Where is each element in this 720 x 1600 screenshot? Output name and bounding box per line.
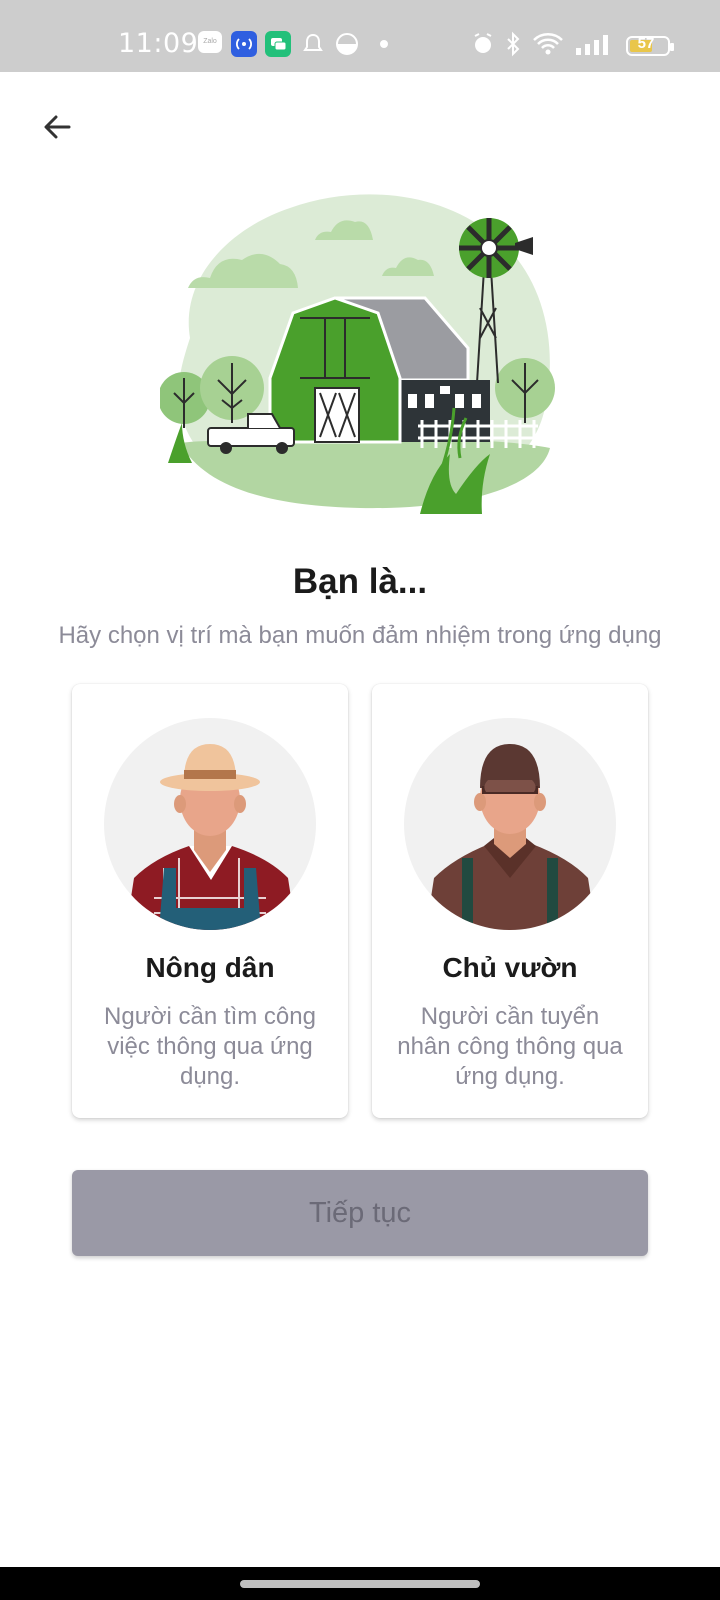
continue-button[interactable]: Tiếp tục bbox=[72, 1170, 648, 1256]
page-subtitle: Hãy chọn vị trí mà bạn muốn đảm nhiệm tr… bbox=[58, 622, 662, 649]
arrow-left-icon bbox=[44, 115, 71, 139]
status-time: 11:09 bbox=[118, 28, 199, 59]
battery-level: 57 bbox=[637, 35, 655, 52]
dot-icon bbox=[380, 40, 388, 48]
alarm-icon bbox=[470, 31, 496, 57]
wifi-icon bbox=[532, 31, 564, 57]
system-nav-bar bbox=[0, 1567, 720, 1600]
bell-icon bbox=[300, 31, 326, 57]
back-button[interactable] bbox=[38, 108, 76, 146]
role-card-farmer[interactable]: Nông dân Người cần tìm công việc thông q… bbox=[72, 684, 348, 1118]
zalo-icon: Zalo bbox=[198, 31, 222, 53]
farmer-avatar bbox=[104, 718, 316, 930]
garden-owner-avatar bbox=[404, 718, 616, 930]
round-icon bbox=[334, 31, 360, 57]
role-desc-farmer: Người cần tìm công việc thông qua ứng dụ… bbox=[104, 1003, 316, 1090]
signal-icon bbox=[574, 31, 614, 57]
farm-barn-windmill-illustration bbox=[158, 188, 580, 533]
battery-icon: 57 bbox=[626, 35, 674, 56]
continue-button-label: Tiếp tục bbox=[308, 1196, 412, 1229]
role-name-farmer: Nông dân bbox=[145, 952, 275, 983]
bluetooth-icon bbox=[500, 31, 526, 57]
page-title: Bạn là... bbox=[292, 562, 428, 601]
role-card-garden-owner[interactable]: Chủ vườn Người cần tuyển nhân công thông… bbox=[372, 684, 648, 1118]
role-name-garden-owner: Chủ vườn bbox=[442, 952, 578, 983]
home-gesture-handle[interactable] bbox=[240, 1580, 480, 1588]
role-desc-garden-owner: Người cần tuyển nhân công thông qua ứng … bbox=[397, 1003, 623, 1090]
status-bar: 11:09 Zalo 57 bbox=[0, 0, 720, 72]
hotspot-icon bbox=[231, 31, 257, 57]
chat-icon bbox=[265, 31, 291, 57]
